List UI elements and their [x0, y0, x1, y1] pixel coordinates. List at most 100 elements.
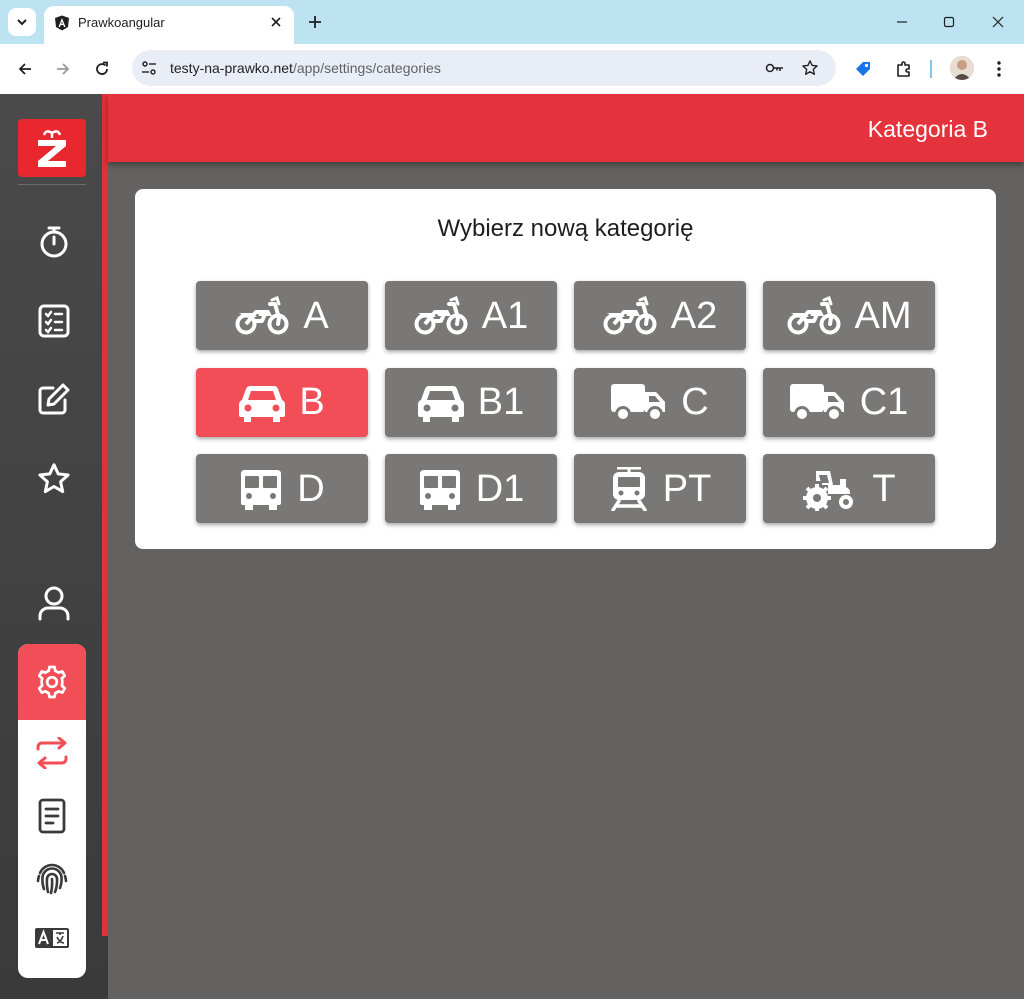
category-label: C [681, 381, 709, 423]
app-header: Kategoria B [108, 94, 1024, 162]
card-title: Wybierz nową kategorię [437, 215, 694, 242]
category-label: AM [854, 294, 912, 337]
document-icon [38, 798, 66, 834]
category-button-d1[interactable]: D1 [385, 454, 557, 523]
extension-translate-button[interactable] [852, 58, 874, 80]
category-button-c1[interactable]: C1 [763, 367, 935, 437]
settings-panel [18, 644, 86, 978]
sidebar-item-question-list[interactable] [32, 299, 76, 343]
url-host: testy-na-prawko.net [170, 60, 293, 76]
category-button-c[interactable]: C [574, 367, 746, 437]
maximize-icon [943, 16, 955, 28]
browser-tab-bar: Prawkoangular [0, 0, 1024, 44]
category-label: A1 [481, 294, 529, 337]
site-settings-icon [142, 61, 156, 75]
category-label: D1 [475, 467, 525, 510]
bookmark-button[interactable] [799, 57, 821, 79]
arrow-left-icon [18, 63, 31, 75]
back-button[interactable] [11, 55, 39, 83]
current-category-title: Kategoria B [867, 116, 988, 142]
truck-icon [789, 382, 846, 422]
sidebar-item-favorites[interactable] [32, 457, 76, 501]
star-outline-icon [802, 60, 818, 75]
extensions-button[interactable] [892, 57, 916, 81]
motorcycle-icon [235, 295, 289, 336]
tab-search-button[interactable] [8, 8, 36, 36]
checklist-icon [38, 304, 70, 338]
edit-icon [38, 383, 70, 415]
settings-item-privacy[interactable] [32, 857, 72, 897]
browser-menu-button[interactable] [988, 57, 1010, 81]
settings-item-change-category[interactable] [32, 733, 72, 773]
bus-icon [239, 467, 283, 511]
settings-item-terms[interactable] [32, 796, 72, 836]
plus-icon [309, 16, 321, 28]
car-icon [417, 382, 464, 422]
category-label: B1 [477, 381, 525, 423]
forward-button[interactable] [49, 55, 77, 83]
logo-icon [38, 130, 66, 167]
browser-toolbar: testy-na-prawko.net/app/settings/categor… [0, 44, 1024, 94]
motorcycle-icon [414, 295, 468, 336]
sidebar-item-timed-test[interactable] [32, 220, 76, 264]
tab-title: Prawkoangular [78, 15, 165, 30]
category-button-d[interactable]: D [196, 454, 368, 523]
puzzle-icon [897, 61, 910, 77]
sidebar [0, 94, 108, 999]
category-button-a2[interactable]: A2 [574, 281, 746, 350]
bus-icon [418, 467, 462, 511]
arrow-right-icon [57, 63, 70, 75]
category-label: D [297, 467, 325, 510]
more-vertical-icon [997, 61, 1001, 77]
category-button-a[interactable]: A [196, 281, 368, 350]
category-button-b1[interactable]: B1 [385, 367, 557, 437]
tab-close-button[interactable] [266, 12, 286, 32]
user-icon [38, 586, 70, 621]
category-button-a1[interactable]: A1 [385, 281, 557, 350]
extension-tag-icon [856, 62, 870, 76]
minimize-button[interactable] [890, 10, 914, 34]
maximize-button[interactable] [937, 10, 961, 34]
window-close-button[interactable] [986, 10, 1010, 34]
url-path: /app/settings/categories [292, 60, 441, 76]
profile-avatar[interactable] [950, 56, 974, 80]
close-icon [271, 17, 281, 27]
category-button-pt[interactable]: PT [574, 454, 746, 523]
address-bar[interactable]: testy-na-prawko.net/app/settings/categor… [132, 50, 836, 86]
minimize-icon [897, 21, 907, 23]
reload-icon [96, 61, 108, 75]
truck-icon [611, 382, 667, 422]
category-button-b[interactable]: B [196, 367, 368, 437]
app-viewport: Kategoria B Wybierz nową kategorię A A1 A2… [0, 94, 1024, 999]
avatar-icon [950, 56, 974, 80]
train-icon [609, 466, 649, 511]
sidebar-item-profile[interactable] [32, 581, 76, 625]
car-icon [239, 382, 286, 422]
category-selection-card: Wybierz nową kategorię A A1 A2 AM B B1 C C1 D D1 P… [135, 189, 996, 549]
key-icon [765, 63, 783, 73]
sidebar-accent-bar [102, 94, 108, 936]
close-icon [992, 16, 1004, 28]
sidebar-item-settings[interactable] [18, 644, 86, 720]
settings-item-language[interactable] [32, 918, 72, 958]
new-tab-button[interactable] [304, 11, 326, 33]
chevron-down-icon [17, 19, 27, 26]
category-button-am[interactable]: AM [763, 281, 935, 350]
stopwatch-icon [40, 226, 68, 258]
gear-icon [37, 665, 67, 699]
category-label: C1 [859, 381, 909, 423]
reload-button[interactable] [88, 55, 116, 83]
motorcycle-icon [787, 295, 841, 336]
logo-divider [18, 184, 86, 185]
category-button-t[interactable]: T [763, 454, 935, 523]
sidebar-item-exam[interactable] [32, 377, 76, 421]
translate-icon [35, 928, 69, 948]
browser-tab[interactable]: Prawkoangular [44, 6, 294, 44]
app-logo[interactable] [18, 119, 86, 177]
tractor-icon [802, 467, 858, 511]
star-icon [38, 463, 70, 494]
swap-arrows-icon [36, 737, 68, 769]
password-manager-button[interactable] [764, 58, 786, 78]
angular-icon [55, 15, 69, 31]
category-label: A2 [670, 294, 718, 337]
